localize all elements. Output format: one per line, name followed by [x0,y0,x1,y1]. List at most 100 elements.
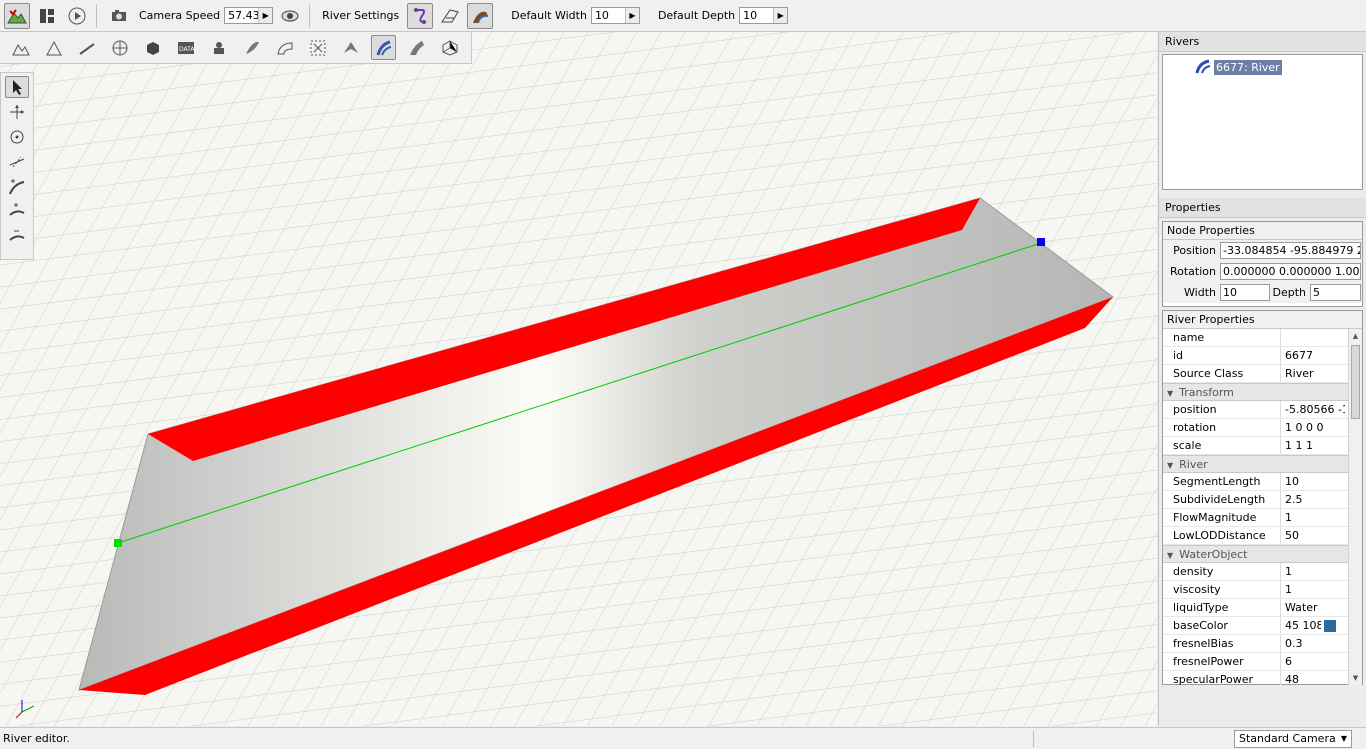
river-wireframe-icon[interactable] [437,3,463,29]
scroll-up-icon[interactable]: ▲ [1349,329,1362,343]
property-value[interactable]: 1 0 0 0 [1281,419,1345,436]
property-row[interactable]: LowLODDistance 50 [1163,527,1362,545]
river-properties-grid[interactable]: name id 6677 Source Class River ▼ Transform… [1163,329,1362,685]
river-end-node[interactable] [1037,238,1045,246]
default-width-arrow-icon[interactable]: ▶ [624,8,639,23]
property-value[interactable]: -5.80566 -13 [1281,401,1345,418]
collapse-caret-icon[interactable]: ▼ [1167,389,1173,398]
camera-speed-value[interactable]: 57.437 [225,9,258,22]
rotation-field[interactable]: 0.000000 0.000000 1.000000 [1220,263,1361,280]
chevron-down-icon[interactable]: ▼ [1341,734,1347,743]
property-value[interactable]: 10 [1281,473,1345,490]
river-editor-icon[interactable] [371,35,396,60]
property-row[interactable]: position-5.80566 -13 [1163,401,1362,419]
property-value[interactable]: 1 [1281,509,1345,526]
properties-scrollbar[interactable]: ▲ ▼ [1348,329,1362,685]
river-render-icon[interactable] [467,2,494,29]
property-value[interactable]: Water [1281,599,1345,616]
play-icon[interactable] [64,3,90,29]
camera-speed-field[interactable]: 57.437 ▶ [224,7,274,24]
position-field[interactable]: -33.084854 -95.884979 2.500 [1220,242,1361,259]
property-row[interactable]: baseColor 45 108 [1163,617,1362,635]
camera-speed-arrow-icon[interactable]: ▶ [258,8,273,23]
property-value[interactable]: 6 [1281,653,1345,670]
sketch-tool-icon[interactable] [107,35,132,60]
property-row[interactable]: FlowMagnitude 1 [1163,509,1362,527]
default-depth-arrow-icon[interactable]: ▶ [773,8,788,23]
default-depth-field[interactable]: 10 ▶ [739,7,789,24]
add-node-icon[interactable] [5,176,29,198]
group-waterobject[interactable]: ▼ WaterObject [1163,545,1349,563]
particle-editor-icon[interactable] [206,35,231,60]
move-tool-icon[interactable] [5,101,29,123]
property-row[interactable]: SegmentLength 10 [1163,473,1362,491]
default-depth-value[interactable]: 10 [740,9,773,22]
collapse-caret-icon[interactable]: ▼ [1167,461,1173,470]
property-row[interactable]: fresnelPower 6 [1163,653,1362,671]
property-row[interactable]: fresnelBias 0.3 [1163,635,1362,653]
terrain-editor-icon[interactable] [8,35,33,60]
group-transform[interactable]: ▼ Transform [1163,383,1349,401]
default-width-value[interactable]: 10 [592,9,625,22]
data-icon[interactable]: DATA [173,35,198,60]
property-row[interactable]: rotation 1 0 0 0 [1163,419,1362,437]
decal-editor-icon[interactable] [338,35,363,60]
property-row[interactable]: name [1163,329,1362,347]
property-value[interactable]: 45 108 [1281,617,1345,634]
default-width-field[interactable]: 10 ▶ [590,7,640,24]
property-value[interactable]: 2.5 [1281,491,1345,508]
group-transform-label: Transform [1179,386,1234,399]
rotate-tool-icon[interactable] [5,126,29,148]
visibility-eye-icon[interactable] [277,3,303,29]
world-editor-icon[interactable] [4,2,30,29]
convex-shape-icon[interactable] [437,35,462,60]
property-row[interactable]: density 1 [1163,563,1362,581]
width-field[interactable]: 10 [1220,284,1270,301]
tree-item-river[interactable]: 6677: River [1195,59,1282,75]
river-spline-icon[interactable] [407,2,434,29]
node-properties-box: Node Properties Position -33.084854 -95.… [1162,221,1363,307]
base-color-swatch[interactable] [1324,619,1336,632]
select-arrow-icon[interactable] [5,76,29,98]
property-value[interactable] [1281,329,1345,346]
river-start-node[interactable] [114,539,122,547]
camera-mode-select[interactable]: Standard Camera ▼ [1234,729,1352,748]
tree-item-label[interactable]: 6677: River [1214,59,1282,75]
datablock-editor-icon[interactable] [140,35,165,60]
property-row[interactable]: SubdivideLength 2.5 [1163,491,1362,509]
depth-field[interactable]: 5 [1310,284,1361,301]
scale-tool-icon[interactable] [5,151,29,173]
navmesh-editor-icon[interactable] [305,35,330,60]
property-value[interactable]: 6677 [1281,347,1345,364]
property-row[interactable]: liquidType Water [1163,599,1362,617]
material-editor-icon[interactable] [74,35,99,60]
property-row[interactable]: viscosity 1 [1163,581,1362,599]
river-scene[interactable] [0,32,1157,726]
remove-node-icon[interactable] [5,226,29,248]
property-value[interactable]: River [1281,365,1345,382]
terrain-painter-icon[interactable] [41,35,66,60]
insert-node-icon[interactable] [5,201,29,223]
collapse-caret-icon[interactable]: ▼ [1167,551,1173,560]
camera-icon[interactable] [107,3,133,29]
scene-viewport[interactable] [0,32,1157,726]
property-row[interactable]: scale 1 1 1 [1163,437,1362,455]
road-editor-icon[interactable] [404,35,429,60]
property-value[interactable]: 48 [1281,671,1345,686]
scroll-down-icon[interactable]: ▼ [1349,671,1362,685]
property-value[interactable]: 0.3 [1281,635,1345,652]
property-value[interactable]: 1 1 1 [1281,437,1345,454]
property-value[interactable]: 50 [1281,527,1345,544]
property-key: fresnelPower [1163,653,1281,670]
property-value[interactable]: 1 [1281,563,1345,580]
property-row[interactable]: Source Class River [1163,365,1362,383]
property-row[interactable]: specularPower 48 [1163,671,1362,685]
forest-editor-icon[interactable] [239,35,264,60]
rivers-tree[interactable]: 6677: River [1162,54,1363,190]
property-row[interactable]: id 6677 [1163,347,1362,365]
group-river[interactable]: ▼ River [1163,455,1349,473]
scrollbar-thumb[interactable] [1351,345,1360,419]
gui-editor-icon[interactable] [34,3,60,29]
mesh-road-icon[interactable] [272,35,297,60]
property-value[interactable]: 1 [1281,581,1345,598]
